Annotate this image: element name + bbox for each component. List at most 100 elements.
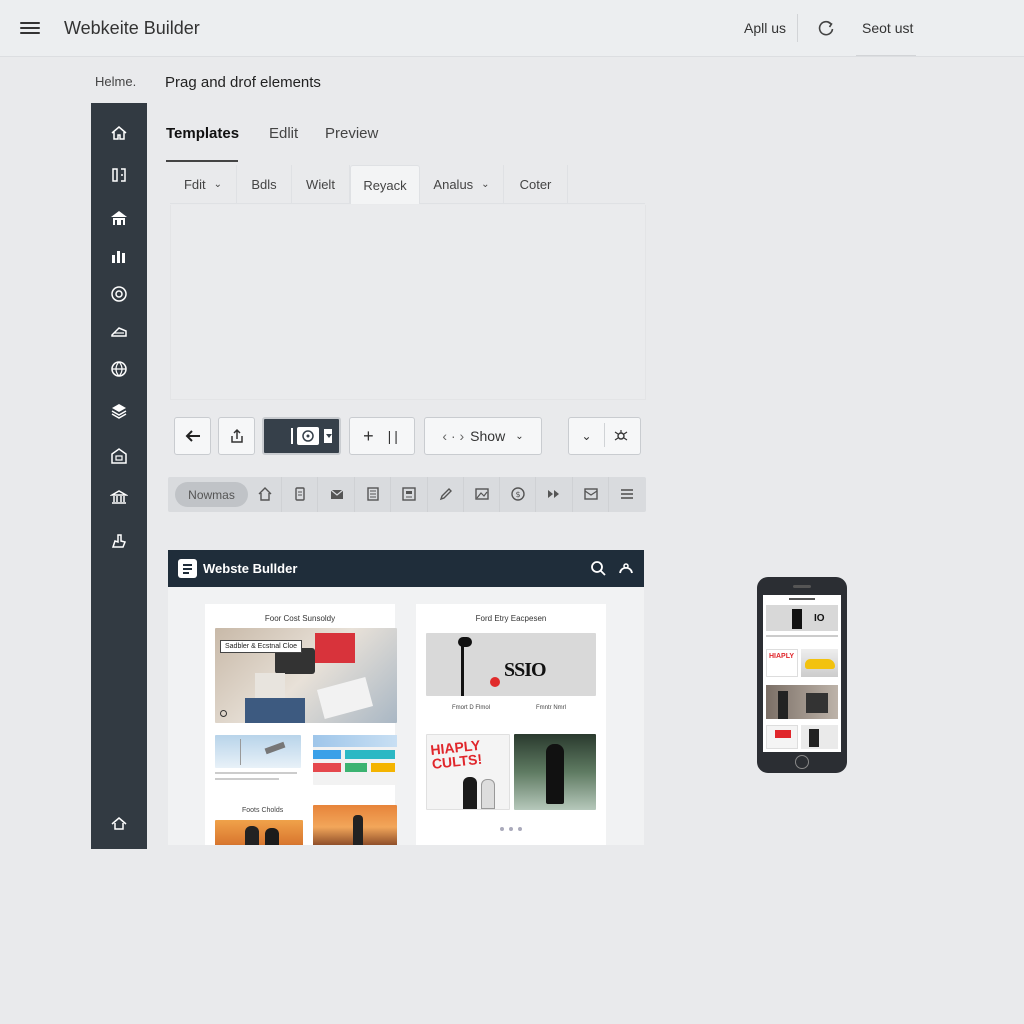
layout-icon[interactable] bbox=[109, 165, 129, 185]
home-button[interactable] bbox=[795, 755, 809, 769]
subbar-item-widget[interactable]: Wielt bbox=[292, 165, 350, 204]
lamp-head-shape bbox=[458, 637, 472, 647]
subbar-label: Fdit bbox=[183, 177, 206, 192]
list-icon[interactable] bbox=[365, 486, 381, 502]
bug-icon[interactable] bbox=[614, 429, 628, 443]
home-icon[interactable] bbox=[109, 123, 129, 143]
settings-button[interactable]: Seot ust bbox=[862, 20, 913, 36]
car-shape bbox=[805, 659, 835, 669]
chevron-down-icon: ⌄ bbox=[481, 179, 490, 190]
divider bbox=[317, 477, 318, 512]
coin-icon[interactable]: $ bbox=[510, 486, 526, 502]
pager-dot[interactable] bbox=[509, 827, 513, 831]
divider bbox=[390, 477, 391, 512]
info-icon bbox=[220, 710, 227, 717]
subbar-item-color[interactable]: Coter bbox=[504, 165, 568, 204]
plus-icon[interactable]: + bbox=[363, 426, 374, 447]
canvas-drop-area[interactable] bbox=[170, 205, 646, 400]
subbar-label: Analus bbox=[433, 177, 474, 192]
divider bbox=[604, 423, 605, 447]
divider bbox=[427, 477, 428, 512]
globe-icon[interactable] bbox=[109, 359, 129, 379]
mobile-preview[interactable]: IO HIAPLY bbox=[757, 577, 847, 773]
store-icon[interactable] bbox=[109, 446, 129, 466]
person-shape bbox=[809, 729, 819, 747]
section-title: Foots Cholds bbox=[242, 807, 284, 814]
pause-icon[interactable]: || bbox=[388, 428, 401, 444]
subbar-item-analytics[interactable]: Analus ⌄ bbox=[420, 165, 504, 204]
hamburger-menu-icon[interactable] bbox=[20, 19, 40, 37]
pager-dot[interactable] bbox=[518, 827, 522, 831]
person-shape bbox=[792, 609, 802, 629]
colored-buttons bbox=[313, 735, 397, 785]
search-icon[interactable] bbox=[590, 560, 606, 576]
chevron-down-icon: ⌄ bbox=[515, 430, 524, 442]
image-icon[interactable] bbox=[474, 486, 490, 502]
subbar-item-edit[interactable]: Fdit ⌄ bbox=[170, 165, 237, 204]
person-shape bbox=[265, 828, 279, 845]
bank-icon[interactable] bbox=[109, 487, 129, 507]
sunset-image-2 bbox=[313, 805, 397, 845]
lamp-pole-shape bbox=[461, 639, 464, 696]
person-shape bbox=[806, 693, 828, 713]
nav-arrows-icon: ‹ · › bbox=[442, 428, 465, 444]
inbox-icon[interactable] bbox=[583, 486, 599, 502]
subbar-item-layout[interactable]: Reyack bbox=[350, 165, 420, 204]
hero-image: Sadbler & Ecstnal Cloe bbox=[215, 628, 397, 723]
divider bbox=[463, 477, 464, 512]
thumb-image bbox=[766, 725, 798, 749]
people-image bbox=[766, 685, 838, 719]
card-title: Ford Etry Eacpesen bbox=[475, 614, 547, 623]
green-button-shape bbox=[345, 763, 367, 772]
bar-chart-icon[interactable] bbox=[109, 246, 129, 266]
thumb-image bbox=[801, 725, 838, 749]
stack-icon[interactable] bbox=[109, 401, 129, 421]
pager-dot[interactable] bbox=[500, 827, 504, 831]
refresh-icon[interactable] bbox=[816, 18, 836, 38]
template-card[interactable]: Foor Cost Sunsoldy Sadbler & Ecstnal Clo… bbox=[205, 604, 397, 845]
share-button[interactable] bbox=[218, 417, 255, 455]
device-toggle[interactable] bbox=[262, 417, 341, 455]
sunset-image bbox=[215, 820, 303, 845]
chevron-down-icon[interactable]: ⌄ bbox=[581, 429, 591, 443]
form-icon[interactable] bbox=[401, 486, 417, 502]
show-dropdown[interactable]: ‹ · › Show ⌄ bbox=[424, 417, 542, 455]
layers-icon[interactable] bbox=[109, 322, 129, 342]
preview-title: Webste Bullder bbox=[203, 561, 298, 576]
divider bbox=[608, 477, 609, 512]
phone-screen: IO HIAPLY bbox=[763, 595, 841, 752]
home-icon[interactable] bbox=[109, 813, 129, 833]
site-preview[interactable]: Webste Bullder Foor Cost Sunsoldy Sadble… bbox=[168, 550, 644, 845]
record-shape bbox=[490, 677, 500, 687]
template-card[interactable]: Ford Etry Eacpesen SSIO Fmort D Flmol Fm… bbox=[416, 604, 606, 845]
card-title: Foor Cost Sunsoldy bbox=[264, 614, 336, 623]
tab-edit[interactable]: Edlit bbox=[269, 125, 298, 142]
mail-icon[interactable] bbox=[329, 486, 345, 502]
elements-pill[interactable]: Nowmas bbox=[175, 482, 248, 507]
red-box-shape bbox=[315, 633, 355, 663]
menu-icon[interactable] bbox=[619, 486, 635, 502]
badge-icon[interactable] bbox=[109, 284, 129, 304]
back-button[interactable] bbox=[174, 417, 211, 455]
tab-templates[interactable]: Templates bbox=[166, 125, 239, 142]
subbar-item-builds[interactable]: Bdls bbox=[237, 165, 292, 204]
pen-icon[interactable] bbox=[438, 486, 454, 502]
caption: Fmntr Nmrl bbox=[536, 705, 566, 711]
home-icon[interactable] bbox=[257, 486, 273, 502]
phone-hero-image: IO bbox=[766, 605, 838, 631]
poster-image: HIAPLY CULTS! bbox=[426, 734, 510, 810]
show-label: Show bbox=[470, 428, 506, 444]
poster-mark bbox=[775, 730, 791, 738]
user-icon[interactable] bbox=[618, 560, 634, 576]
pointer-icon[interactable] bbox=[109, 531, 129, 551]
yellow-button-shape bbox=[371, 763, 395, 772]
tab-preview[interactable]: Preview bbox=[325, 125, 378, 142]
fast-forward-icon[interactable] bbox=[546, 486, 562, 502]
building-icon[interactable] bbox=[109, 208, 129, 228]
blue-button-shape bbox=[313, 750, 341, 759]
breadcrumb[interactable]: Helme. bbox=[95, 74, 136, 89]
keyboard-shape bbox=[316, 677, 374, 719]
add-pause-group[interactable]: + || bbox=[349, 417, 415, 455]
clipboard-icon[interactable] bbox=[292, 486, 308, 502]
apply-button[interactable]: Apll us bbox=[744, 20, 786, 36]
